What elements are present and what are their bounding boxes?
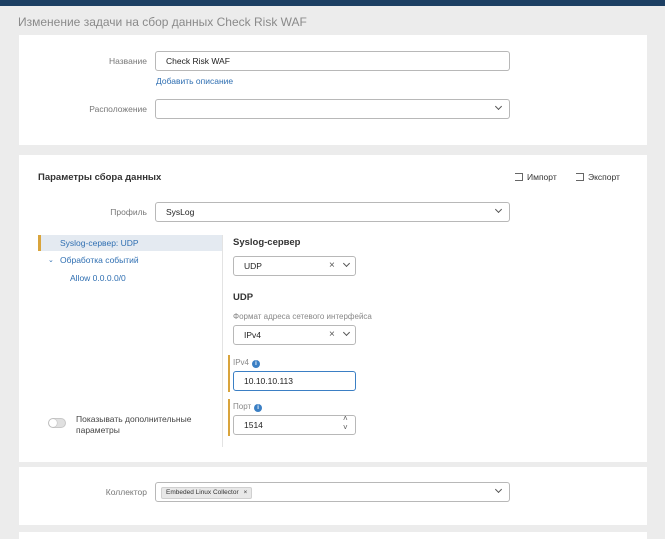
tree-item-allow[interactable]: Allow 0.0.0.0/0 bbox=[70, 273, 126, 283]
name-input[interactable]: Check Risk WAF bbox=[155, 51, 510, 71]
params-card: Параметры сбора данных Импорт Экспорт Пр… bbox=[19, 155, 647, 462]
export-label: Экспорт bbox=[588, 172, 620, 182]
port-label: Порт i bbox=[233, 402, 263, 412]
profile-select[interactable]: SysLog bbox=[155, 202, 510, 222]
export-icon bbox=[576, 173, 584, 181]
show-advanced-label: Показывать дополнительные параметры bbox=[76, 414, 192, 435]
panel-divider bbox=[222, 235, 223, 447]
params-section-title: Параметры сбора данных bbox=[38, 172, 162, 183]
import-label: Импорт bbox=[527, 172, 557, 182]
clear-icon[interactable]: × bbox=[329, 329, 335, 340]
format-select[interactable]: IPv4 bbox=[233, 325, 356, 345]
port-input[interactable]: 1514 bbox=[233, 415, 356, 435]
name-label: Название bbox=[109, 56, 147, 66]
add-description-link[interactable]: Добавить описание bbox=[156, 76, 233, 86]
import-icon bbox=[515, 173, 523, 181]
port-stepper-up-icon[interactable]: ˄ bbox=[343, 414, 348, 423]
collector-chip: Embeded Linux Collector × bbox=[161, 487, 253, 499]
profile-label: Профиль bbox=[110, 207, 147, 217]
clear-icon[interactable]: × bbox=[329, 260, 335, 271]
info-icon[interactable]: i bbox=[254, 404, 263, 412]
location-select[interactable] bbox=[155, 99, 510, 119]
top-bar bbox=[0, 0, 665, 6]
tree-collapse-icon[interactable]: ⌄ bbox=[48, 256, 54, 264]
udp-title: UDP bbox=[233, 292, 254, 303]
port-label-text: Порт bbox=[233, 402, 252, 411]
format-label: Формат адреса сетевого интерфейса bbox=[233, 312, 372, 321]
export-button[interactable]: Экспорт bbox=[576, 172, 620, 182]
page-title: Изменение задачи на сбор данных Check Ri… bbox=[18, 15, 307, 29]
location-label: Расположение bbox=[89, 104, 147, 114]
general-card: Название Check Risk WAF Добавить описани… bbox=[19, 35, 647, 145]
next-card bbox=[19, 532, 647, 539]
ipv4-label-text: IPv4 bbox=[233, 358, 250, 367]
collector-chip-label: Embeded Linux Collector bbox=[166, 489, 239, 496]
protocol-select[interactable]: UDP bbox=[233, 256, 356, 276]
show-advanced-toggle[interactable] bbox=[48, 418, 66, 428]
ipv4-input[interactable]: 10.10.10.113 bbox=[233, 371, 356, 391]
ipv4-label: IPv4 i bbox=[233, 358, 261, 368]
syslog-server-title: Syslog-сервер bbox=[233, 237, 301, 248]
toggle-knob bbox=[49, 419, 57, 427]
port-required-marker bbox=[228, 399, 230, 436]
chip-remove-icon[interactable]: × bbox=[243, 489, 247, 496]
port-stepper-down-icon[interactable]: ˅ bbox=[343, 423, 348, 432]
tree-item-event-processing[interactable]: Обработка событий bbox=[60, 255, 139, 265]
ipv4-required-marker bbox=[228, 355, 230, 392]
import-button[interactable]: Импорт bbox=[515, 172, 557, 182]
collector-label: Коллектор bbox=[105, 487, 147, 497]
info-icon[interactable]: i bbox=[252, 360, 261, 368]
tree-item-syslog-label: Syslog-сервер: UDP bbox=[60, 238, 139, 248]
collector-card: Коллектор Embeded Linux Collector × bbox=[19, 467, 647, 525]
